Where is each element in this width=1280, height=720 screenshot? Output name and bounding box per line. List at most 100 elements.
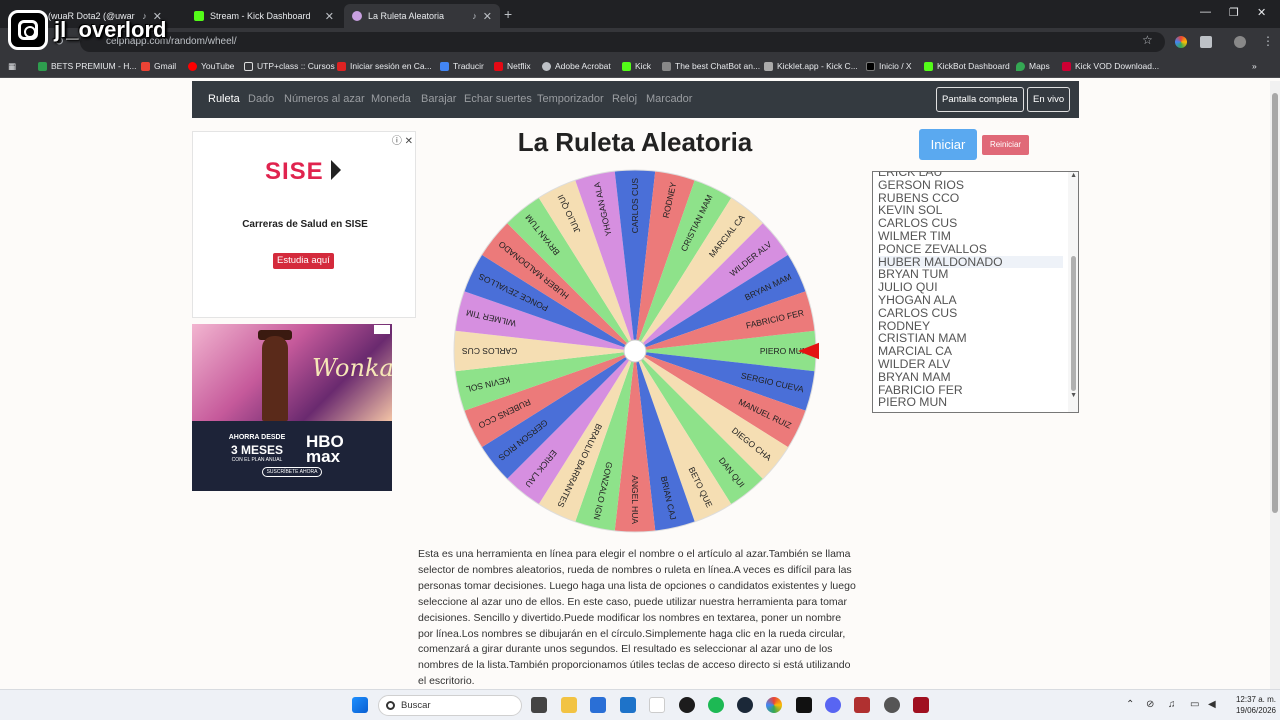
snipping-icon[interactable] <box>649 697 665 713</box>
browser-tab-bar: (wuaR Dota2 (@uwar doi... ♪ ✕ Stream - K… <box>0 0 1280 28</box>
page-scrollbar[interactable] <box>1270 81 1280 689</box>
ad-subscribe-button[interactable]: SUSCRÍBETE AHORA <box>262 467 322 477</box>
nav-numeros[interactable]: Números al azar <box>284 93 365 105</box>
tab-kick-dashboard[interactable]: Stream - Kick Dashboard ✕ <box>186 4 342 28</box>
task-view-icon[interactable] <box>531 697 547 713</box>
bookmark-bets[interactable]: BETS PREMIUM - H... <box>38 61 136 71</box>
tray-app-icon[interactable]: ⊘ <box>1146 699 1154 710</box>
bookmark-youtube[interactable]: YouTube <box>188 61 234 71</box>
apps-grid-icon[interactable]: ▦ <box>8 61 16 72</box>
bookmark-star-icon[interactable]: ☆ <box>1142 33 1153 47</box>
tab-title: La Ruleta Aleatoria <box>368 11 445 21</box>
volume-icon[interactable]: ◀ <box>1208 699 1216 710</box>
microphone-icon[interactable]: ♫ <box>1168 699 1176 710</box>
bookmark-gmail[interactable]: Gmail <box>141 61 176 71</box>
reset-button[interactable]: Reiniciar <box>982 135 1029 155</box>
nav-dado[interactable]: Dado <box>248 93 274 105</box>
nav-moneda[interactable]: Moneda <box>371 93 411 105</box>
youtube-icon <box>188 61 197 71</box>
bookmark-icon <box>38 61 47 71</box>
outlook-icon[interactable] <box>620 697 636 713</box>
windows-taskbar: Buscar ⌃ ⊘ ♫ ▭ ◀ 12:37 a. m. 19/06/2026 <box>0 689 1280 720</box>
bookmark-label: UTP+class :: Cursos <box>257 61 335 71</box>
bookmark-chatbot[interactable]: The best ChatBot an... <box>662 61 760 71</box>
discord-icon[interactable] <box>825 697 841 713</box>
scroll-down-icon[interactable]: ▼ <box>1070 392 1077 399</box>
bookmark-kicklet[interactable]: Kicklet.app - Kick C... <box>764 61 858 71</box>
textarea-scrollbar[interactable]: ▲ ▼ <box>1068 172 1078 412</box>
spotify-icon[interactable] <box>708 697 724 713</box>
netflix-icon <box>494 61 503 71</box>
extensions-puzzle-icon[interactable] <box>1200 36 1212 48</box>
url-field[interactable]: celpnapp.com/random/wheel/ <box>80 32 1165 52</box>
fullscreen-button[interactable]: Pantalla completa <box>936 87 1024 112</box>
tray-chevron-icon[interactable]: ⌃ <box>1126 699 1134 710</box>
bookmark-iniciar-sesion[interactable]: Iniciar sesión en Ca... <box>337 61 432 71</box>
ad-hbo-wonka[interactable]: Wonka AHORRA DESDE 3 MESES CON EL PLAN A… <box>192 324 392 491</box>
ad-line1: AHORRA DESDE <box>228 434 286 441</box>
more-menu-icon[interactable]: ⋮ <box>1262 34 1274 48</box>
hbo-max-logo: HBO max <box>306 432 344 466</box>
nav-temporizador[interactable]: Temporizador <box>537 93 604 105</box>
names-textarea[interactable]: ERICK LAU GERSON RIOS RUBENS CCO KEVIN SOL C… <box>872 171 1079 413</box>
taskbar-clock[interactable]: 12:37 a. m. 19/06/2026 <box>1222 694 1276 716</box>
file-explorer-icon[interactable] <box>561 697 577 713</box>
adchoices-icon[interactable] <box>374 325 390 334</box>
page-scrollbar-thumb[interactable] <box>1272 93 1278 513</box>
instagram-icon <box>8 10 48 50</box>
minimize-icon[interactable]: — <box>1200 6 1211 18</box>
nav-ruleta[interactable]: Ruleta <box>208 93 240 105</box>
dota-icon[interactable] <box>854 697 870 713</box>
ad-sise[interactable]: ⓘ ✕ SISE Carreras de Salud en SISE Estud… <box>192 131 416 318</box>
new-tab-icon[interactable]: + <box>504 6 512 22</box>
obs-icon[interactable] <box>884 697 900 713</box>
bookmark-icon <box>764 61 773 71</box>
extension-icon[interactable] <box>1175 36 1187 48</box>
ad-close-icon[interactable]: ⓘ ✕ <box>392 132 413 147</box>
name-line: BRYAN MAM <box>878 369 951 384</box>
bookmark-label: Kicklet.app - Kick C... <box>777 61 858 71</box>
tab-ruleta[interactable]: La Ruleta Aleatoria ♪ ✕ <box>344 4 500 28</box>
taskbar-search[interactable]: Buscar <box>378 695 522 716</box>
bookmark-kick[interactable]: Kick <box>622 61 651 71</box>
bookmark-kick-vod[interactable]: Kick VOD Download... <box>1062 61 1159 71</box>
bookmark-label: The best ChatBot an... <box>675 61 761 71</box>
scrollbar-thumb[interactable] <box>1071 256 1076 391</box>
xbox-icon[interactable] <box>679 697 695 713</box>
more-bookmarks-icon[interactable]: » <box>1252 61 1257 71</box>
nav-marcador[interactable]: Marcador <box>646 93 692 105</box>
bookmark-x[interactable]: Inicio / X <box>866 61 912 71</box>
store-icon[interactable] <box>590 697 606 713</box>
bookmark-traducir[interactable]: Traducir <box>440 61 484 71</box>
nav-echar-suertes[interactable]: Echar suertes <box>464 93 532 105</box>
steam-icon[interactable] <box>737 697 753 713</box>
profile-avatar-icon[interactable] <box>1234 36 1246 48</box>
character-figure <box>262 336 288 421</box>
chrome-icon[interactable] <box>766 697 782 713</box>
close-tab-icon[interactable]: ✕ <box>325 10 334 23</box>
app-icon[interactable] <box>796 697 812 713</box>
bookmark-kickbot[interactable]: KickBot Dashboard <box>924 61 1010 71</box>
close-tab-icon[interactable]: ✕ <box>483 10 492 23</box>
start-button[interactable]: Iniciar <box>919 129 977 160</box>
kick-icon <box>622 61 631 71</box>
nav-reloj[interactable]: Reloj <box>612 93 637 105</box>
maximize-icon[interactable]: ❐ <box>1229 6 1239 19</box>
bookmark-acrobat[interactable]: Adobe Acrobat <box>542 61 611 71</box>
bookmark-maps[interactable]: Maps <box>1016 61 1050 71</box>
bookmark-utp[interactable]: UTP+class :: Cursos <box>244 61 335 71</box>
bookmark-label: Iniciar sesión en Ca... <box>350 61 432 71</box>
nav-barajar[interactable]: Barajar <box>421 93 456 105</box>
speaker-icon: ♪ <box>472 11 477 21</box>
network-icon[interactable]: ▭ <box>1190 699 1199 710</box>
live-button[interactable]: En vivo <box>1027 87 1071 112</box>
scroll-up-icon[interactable]: ▲ <box>1070 172 1077 179</box>
windows-start-icon[interactable] <box>352 697 368 713</box>
roulette-wheel[interactable]: PIERO MUNSERGIO CUEVAMANUEL RUIZDIEGO CH… <box>453 169 819 535</box>
site-navbar: Ruleta Dado Números al azar Moneda Baraj… <box>192 81 1079 118</box>
ad-cta-button[interactable]: Estudia aquí <box>273 253 334 269</box>
bookmark-label: Traducir <box>453 61 484 71</box>
valorant-icon[interactable] <box>913 697 929 713</box>
bookmark-netflix[interactable]: Netflix <box>494 61 531 71</box>
close-window-icon[interactable]: ✕ <box>1257 6 1266 19</box>
